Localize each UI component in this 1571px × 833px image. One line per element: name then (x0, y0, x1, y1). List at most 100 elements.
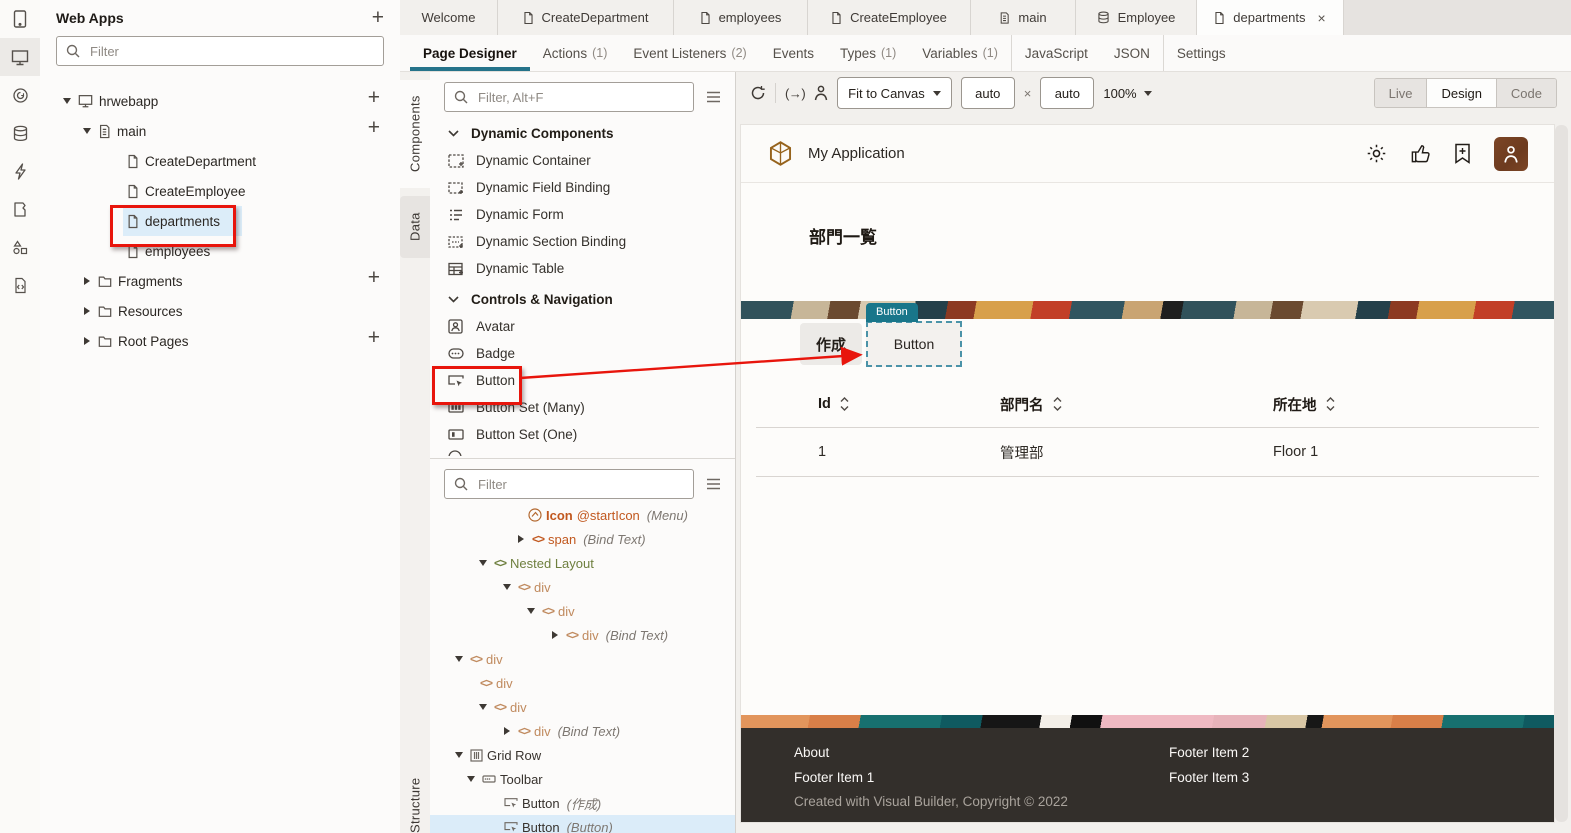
expand-icon[interactable] (80, 307, 94, 315)
footer-link-about[interactable]: About (794, 741, 1068, 766)
column-header-id[interactable]: Id (818, 396, 831, 412)
palette-item-avatar[interactable]: Avatar (430, 313, 735, 340)
tab-json[interactable]: JSON (1101, 35, 1163, 71)
tab-settings[interactable]: Settings (1163, 35, 1239, 71)
palette-item-dynamic-container[interactable]: Dynamic Container (430, 147, 735, 174)
diagram-icon[interactable] (0, 228, 40, 266)
structure-node-div[interactable]: <> div (430, 575, 735, 599)
structure-node-toolbar[interactable]: Toolbar (430, 767, 735, 791)
collapse-icon[interactable] (452, 656, 466, 662)
mode-code-button[interactable]: Code (1496, 79, 1556, 107)
user-preview-icon[interactable] (814, 85, 828, 101)
palette-menu-icon[interactable] (706, 91, 721, 103)
structure-filter[interactable] (444, 469, 694, 499)
structure-node-button-selected[interactable]: Button(Button) (430, 815, 735, 833)
palette-item-badge[interactable]: Badge (430, 340, 735, 367)
zoom-select[interactable]: 100% (1103, 86, 1151, 101)
business-objects-icon[interactable] (0, 114, 40, 152)
collapse-icon[interactable] (452, 752, 466, 758)
web-apps-filter-input[interactable] (88, 43, 374, 60)
footer-link-item3[interactable]: Footer Item 3 (1169, 766, 1249, 791)
tree-item-createemployee[interactable]: CreateEmployee (40, 176, 400, 206)
web-apps-filter[interactable] (56, 36, 384, 66)
structure-menu-icon[interactable] (706, 478, 721, 490)
tab-event-listeners[interactable]: Event Listeners(2) (620, 35, 759, 71)
structure-node-icon-starticon[interactable]: Icon@startIcon(Menu) (430, 503, 735, 527)
structure-node-div-bind-text[interactable]: <> div(Bind Text) (430, 623, 735, 647)
column-header-location[interactable]: 所在地 (1273, 394, 1317, 415)
sort-icon[interactable] (840, 397, 849, 411)
tree-item-employees[interactable]: employees (40, 236, 400, 266)
canvas-height-input[interactable] (1040, 77, 1094, 109)
bookmark-plus-icon[interactable] (1454, 143, 1471, 164)
palette-item-button[interactable]: Button (430, 367, 735, 394)
add-flow-button[interactable]: + (368, 90, 380, 106)
components-market-icon[interactable] (0, 190, 40, 228)
components-filter-input[interactable] (476, 89, 684, 106)
tab-welcome[interactable]: Welcome (400, 0, 498, 35)
structure-node-nested-layout[interactable]: <> Nested Layout (430, 551, 735, 575)
services-icon[interactable] (0, 76, 40, 114)
expand-icon[interactable] (500, 727, 514, 735)
tab-javascript[interactable]: JavaScript (1011, 35, 1101, 71)
create-button[interactable]: 作成 (800, 323, 862, 365)
tree-item-fragments[interactable]: Fragments + (40, 266, 400, 296)
structure-node-div[interactable]: <> div (430, 695, 735, 719)
tree-item-createdepartment[interactable]: CreateDepartment (40, 146, 400, 176)
palette-item-dynamic-table[interactable]: Dynamic Table (430, 255, 735, 282)
thumbs-up-icon[interactable] (1410, 143, 1431, 164)
tab-variables[interactable]: Variables(1) (909, 35, 1011, 71)
palette-item-dynamic-section-binding[interactable]: Dynamic Section Binding (430, 228, 735, 255)
structure-node-div[interactable]: <> div (430, 599, 735, 623)
column-header-dept-name[interactable]: 部門名 (1000, 394, 1044, 415)
processes-icon[interactable] (0, 152, 40, 190)
expand-icon[interactable] (514, 535, 528, 543)
collapse-icon[interactable] (60, 98, 74, 104)
mode-design-button[interactable]: Design (1426, 79, 1495, 107)
tab-createdepartment[interactable]: CreateDepartment (498, 0, 674, 35)
structure-node-span[interactable]: <> span(Bind Text) (430, 527, 735, 551)
palette-item-button-set-one[interactable]: Button Set (One) (430, 421, 735, 448)
structure-node-div-bind-text[interactable]: <> div(Bind Text) (430, 719, 735, 743)
tab-types[interactable]: Types(1) (827, 35, 909, 71)
footer-link-item1[interactable]: Footer Item 1 (794, 766, 1068, 791)
structure-node-div[interactable]: <> div (430, 671, 735, 695)
canvas-scrollbar[interactable] (1555, 125, 1568, 822)
live-reload-icon[interactable]: (→) (785, 86, 805, 101)
collapse-icon[interactable] (476, 560, 490, 566)
structure-node-grid-row[interactable]: Grid Row (430, 743, 735, 767)
tab-createemployee[interactable]: CreateEmployee (808, 0, 971, 35)
structure-node-div[interactable]: <> div (430, 647, 735, 671)
table-row[interactable]: 1 管理部 Floor 1 (756, 428, 1539, 477)
tab-events[interactable]: Events (760, 35, 827, 71)
tab-main[interactable]: main (971, 0, 1076, 35)
structure-filter-input[interactable] (476, 476, 684, 493)
collapse-icon[interactable] (524, 608, 538, 614)
mobile-apps-icon[interactable] (0, 0, 40, 38)
collapse-icon[interactable] (464, 776, 478, 782)
palette-item-button-set-many[interactable]: Button Set (Many) (430, 394, 735, 421)
components-filter[interactable] (444, 82, 694, 112)
canvas-width-input[interactable] (961, 77, 1015, 109)
tree-item-resources[interactable]: Resources (40, 296, 400, 326)
fit-to-canvas-select[interactable]: Fit to Canvas (837, 77, 952, 109)
add-fragment-button[interactable]: + (368, 270, 380, 286)
selected-tree-item[interactable]: departments (123, 206, 242, 236)
sort-icon[interactable] (1326, 397, 1335, 411)
expand-icon[interactable] (80, 277, 94, 285)
tab-page-designer[interactable]: Page Designer (410, 35, 530, 71)
collapse-icon[interactable] (80, 128, 94, 134)
tab-actions[interactable]: Actions(1) (530, 35, 621, 71)
source-view-icon[interactable] (0, 266, 40, 304)
sort-icon[interactable] (1053, 397, 1062, 411)
palette-item-dynamic-form[interactable]: Dynamic Form (430, 201, 735, 228)
expand-icon[interactable] (548, 631, 562, 639)
footer-link-item2[interactable]: Footer Item 2 (1169, 741, 1249, 766)
tab-structure[interactable]: Structure (400, 765, 430, 833)
collapse-icon[interactable] (500, 584, 514, 590)
tab-employee-bo[interactable]: Employee (1076, 0, 1197, 35)
gear-icon[interactable] (1366, 143, 1387, 164)
tree-item-main[interactable]: main + (40, 116, 400, 146)
collapse-icon[interactable] (476, 704, 490, 710)
palette-item-dynamic-field-binding[interactable]: Dynamic Field Binding (430, 174, 735, 201)
